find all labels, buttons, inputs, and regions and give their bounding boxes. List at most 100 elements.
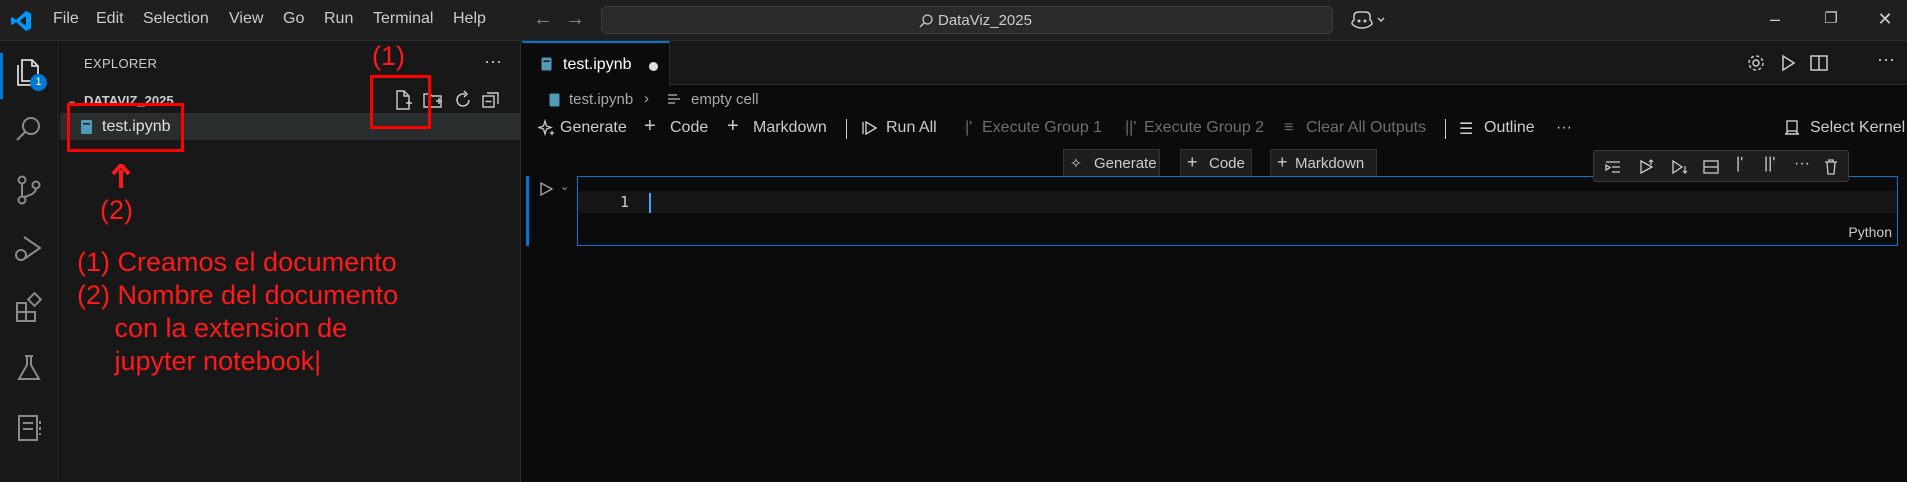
minimize-icon[interactable]: – <box>1763 8 1787 32</box>
sparkle-icon <box>538 119 555 137</box>
notebook-icon[interactable] <box>12 411 46 445</box>
generate-button[interactable]: Generate <box>560 119 627 137</box>
source-control-icon[interactable] <box>12 173 46 207</box>
annotation-note-line-4: jupyter notebook| <box>77 346 322 376</box>
close-icon[interactable]: ✕ <box>1873 8 1897 32</box>
text-cursor <box>649 193 651 213</box>
split-editor-icon[interactable] <box>1809 53 1829 73</box>
extensions-icon[interactable] <box>12 291 46 325</box>
insert-code-button[interactable]: + Code <box>1180 149 1252 177</box>
refresh-icon[interactable] <box>452 89 474 111</box>
cell-outline-icon <box>668 94 680 104</box>
notebook-file-icon <box>541 57 552 71</box>
restore-icon[interactable]: ❐ <box>1819 8 1843 32</box>
breadcrumb-file[interactable]: test.ipynb <box>569 91 633 108</box>
menu-help[interactable]: Help <box>453 10 486 28</box>
run-all-icon <box>862 120 878 136</box>
run-cell-icon[interactable] <box>538 181 554 197</box>
menu-terminal[interactable]: Terminal <box>373 10 433 28</box>
more-actions-icon[interactable]: ··· <box>1556 119 1572 137</box>
menu-file[interactable]: File <box>53 10 79 28</box>
insert-code-label: Code <box>1209 155 1245 172</box>
copilot-icon[interactable] <box>1350 9 1388 31</box>
annotation-note-line-1: (1) Creamos el documento <box>77 247 397 277</box>
notebook-editor: test.ipynb ··· test.ipynb › empty cell G… <box>522 41 1907 482</box>
testing-flask-icon[interactable] <box>12 351 46 385</box>
menu-run[interactable]: Run <box>324 10 353 28</box>
current-line-highlight <box>578 191 1897 213</box>
execute-below-icon[interactable] <box>1670 158 1688 176</box>
unsaved-dot-icon[interactable] <box>649 62 658 71</box>
menu-selection[interactable]: Selection <box>143 10 209 28</box>
annotation-box-file-name <box>67 103 184 152</box>
activity-bar: 1 <box>0 41 59 482</box>
settings-gear-icon[interactable] <box>1746 53 1766 73</box>
explorer-title: EXPLORER <box>84 56 158 71</box>
command-center-search[interactable]: DataViz_2025 <box>601 6 1333 34</box>
search-icon[interactable] <box>12 113 46 147</box>
run-all-button[interactable]: Run All <box>886 119 937 137</box>
menu-edit[interactable]: Edit <box>96 10 124 28</box>
add-code-cell-button[interactable]: Code <box>670 119 708 137</box>
annotation-arrow-up-icon <box>111 164 131 188</box>
split-cell-icon[interactable] <box>1702 158 1720 176</box>
back-arrow-icon[interactable]: ← <box>532 9 554 31</box>
plus-icon: + <box>727 115 739 137</box>
execute-above-icon[interactable] <box>1638 158 1656 176</box>
more-actions-icon[interactable]: ··· <box>1794 155 1812 173</box>
menu-go[interactable]: Go <box>283 10 304 28</box>
execute-group-1-icon[interactable]: |' <box>1736 155 1754 173</box>
outline-button[interactable]: Outline <box>1484 119 1535 137</box>
cell-toolbar: |' ||' ··· <box>1593 150 1849 182</box>
more-actions-icon[interactable]: ··· <box>1877 49 1897 69</box>
more-actions-icon[interactable]: ··· <box>484 51 502 72</box>
insert-markdown-label: Markdown <box>1295 155 1365 172</box>
cell-focus-indicator <box>526 176 529 246</box>
annotation-box-new-file <box>370 75 431 129</box>
tab-strip: test.ipynb ··· <box>522 41 1907 86</box>
delete-cell-icon[interactable] <box>1822 158 1840 176</box>
workspace-name: DataViz_2025 <box>938 12 1032 29</box>
plus-icon: + <box>1277 152 1288 172</box>
insert-generate-button[interactable]: ✧ Generate <box>1063 149 1160 177</box>
menu-view[interactable]: View <box>229 10 263 28</box>
line-number: 1 <box>620 193 630 211</box>
clear-all-outputs-button[interactable]: Clear All Outputs <box>1306 119 1426 137</box>
forward-arrow-icon[interactable]: → <box>564 9 586 31</box>
execute-group-2-button[interactable]: Execute Group 2 <box>1144 119 1264 137</box>
add-markdown-cell-button[interactable]: Markdown <box>753 119 827 137</box>
annotation-note-line-2: (2) Nombre del documento <box>77 280 399 310</box>
insert-generate-label: Generate <box>1094 155 1157 172</box>
execute-group-1-button[interactable]: Execute Group 1 <box>982 119 1102 137</box>
notebook-file-icon <box>549 93 560 107</box>
run-debug-icon[interactable] <box>12 231 46 265</box>
tab-test-ipynb[interactable]: test.ipynb <box>522 41 670 86</box>
notebook-toolbar: Generate + Code + Markdown Run All |' Ex… <box>522 113 1907 143</box>
outline-icon: ☰ <box>1459 121 1474 138</box>
annotation-label-2: (2) <box>100 195 133 225</box>
code-cell-editor[interactable]: 1 Python <box>577 176 1898 246</box>
chevron-down-icon[interactable]: ⌄ <box>560 180 569 193</box>
select-kernel-button[interactable]: Select Kernel <box>1810 119 1905 137</box>
active-view-indicator <box>0 53 3 99</box>
collapse-all-icon[interactable] <box>480 89 502 111</box>
execute-group-1-icon: |' <box>965 119 973 136</box>
breadcrumb: test.ipynb › empty cell <box>522 86 1907 112</box>
insert-markdown-button[interactable]: + Markdown <box>1270 149 1377 177</box>
toolbar-divider <box>1445 119 1446 139</box>
execute-group-2-icon: ||' <box>1125 119 1137 136</box>
execute-group-2-icon[interactable]: ||' <box>1764 155 1782 173</box>
annotation-note-line-3: con la extension de <box>77 313 348 343</box>
toolbar-divider <box>846 119 847 139</box>
plus-icon: + <box>1187 152 1198 172</box>
plus-icon: + <box>644 115 656 137</box>
title-bar: File Edit Selection View Go Run Terminal… <box>0 0 1907 41</box>
explorer-badge: 1 <box>30 74 47 91</box>
cell-language-picker[interactable]: Python <box>1848 224 1892 240</box>
vscode-logo-icon <box>11 11 31 31</box>
annotation-label-1: (1) <box>372 41 405 71</box>
breadcrumb-cell[interactable]: empty cell <box>691 91 759 108</box>
run-by-line-icon[interactable] <box>1604 158 1622 176</box>
sparkle-icon: ✧ <box>1070 155 1082 171</box>
run-icon[interactable] <box>1778 53 1798 73</box>
